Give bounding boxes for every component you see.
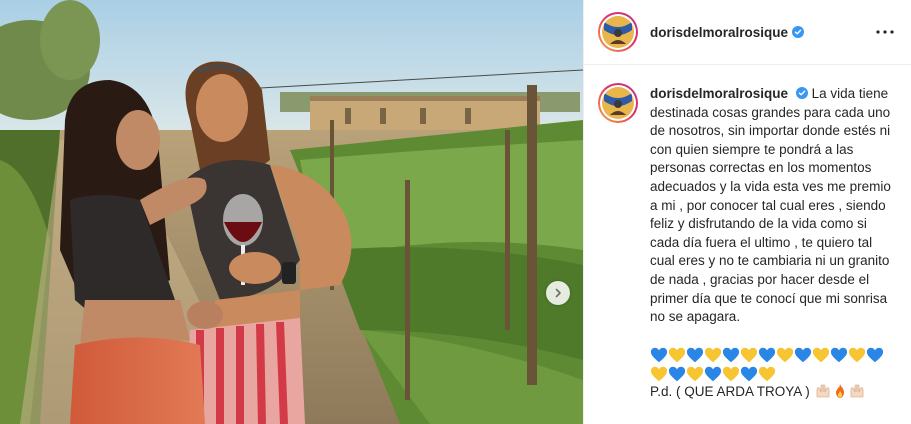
raising-hands-emoji: [816, 384, 829, 398]
verified-badge-icon: [795, 87, 808, 99]
blue-heart-emoji: [650, 347, 668, 363]
heart-emoji-row: [650, 346, 897, 381]
yellow-heart-emoji: [668, 347, 686, 363]
blue-heart-emoji: [794, 347, 812, 363]
blue-heart-emoji: [686, 347, 704, 363]
post-header: dorisdelmoralrosique: [584, 0, 911, 65]
vineyard-photo: [0, 0, 583, 424]
caption-comment: dorisdelmoralrosique La vida tiene desti…: [584, 65, 911, 401]
yellow-heart-emoji: [740, 347, 758, 363]
instagram-post: dorisdelmoralrosique dorisdelmoralrosiqu…: [0, 0, 911, 424]
post-photo[interactable]: [0, 0, 583, 424]
caption-ps-text: P.d. ( QUE ARDA TROYA ): [650, 383, 810, 399]
more-options-button[interactable]: [873, 20, 897, 44]
caption-avatar[interactable]: [598, 83, 638, 123]
blue-heart-emoji: [866, 347, 884, 363]
avatar[interactable]: [598, 12, 638, 52]
raising-hands-emoji: [850, 384, 863, 398]
yellow-heart-emoji: [722, 366, 740, 381]
blue-heart-emoji: [740, 366, 758, 381]
yellow-heart-emoji: [812, 347, 830, 363]
more-options-icon: [876, 30, 894, 34]
yellow-heart-emoji: [650, 366, 668, 381]
caption-text: La vida tiene destinada cosas grandes pa…: [650, 86, 891, 325]
verified-badge-icon: [792, 26, 805, 38]
profile-avatar-icon: [602, 87, 634, 119]
blue-heart-emoji: [830, 347, 848, 363]
blue-heart-emoji: [758, 347, 776, 363]
yellow-heart-emoji: [704, 347, 722, 363]
yellow-heart-emoji: [848, 347, 866, 363]
blue-heart-emoji: [704, 366, 722, 381]
next-photo-button[interactable]: [546, 281, 570, 305]
yellow-heart-emoji: [686, 366, 704, 381]
caption-body: dorisdelmoralrosique La vida tiene desti…: [650, 85, 897, 401]
yellow-heart-emoji: [776, 347, 794, 363]
profile-avatar-icon: [602, 16, 634, 48]
fire-emoji: [835, 383, 844, 398]
chevron-right-icon: [555, 288, 561, 298]
caption-ps-emojis: [814, 383, 865, 399]
yellow-heart-emoji: [758, 366, 776, 381]
header-username[interactable]: dorisdelmoralrosique: [650, 25, 788, 40]
caption-username[interactable]: dorisdelmoralrosique: [650, 86, 788, 101]
caption-ps: P.d. ( QUE ARDA TROYA ): [650, 383, 897, 402]
blue-heart-emoji: [722, 347, 740, 363]
blue-heart-emoji: [668, 366, 686, 381]
post-side-panel: dorisdelmoralrosique dorisdelmoralrosiqu…: [583, 0, 911, 424]
